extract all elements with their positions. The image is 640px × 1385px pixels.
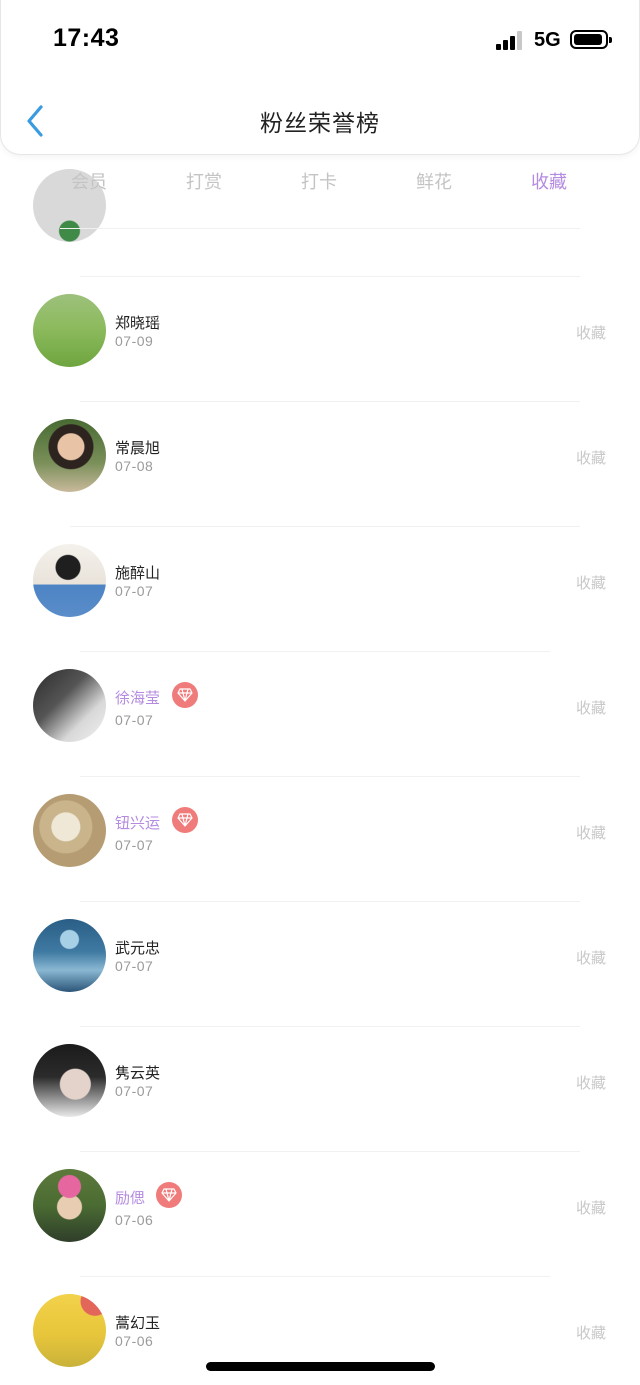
fan-name: 郑晓瑶 xyxy=(115,314,161,332)
battery-icon xyxy=(570,30,612,49)
fan-name: 蒿幻玉 xyxy=(115,1314,161,1332)
favorite-action[interactable]: 收藏 xyxy=(576,1197,606,1218)
avatar xyxy=(33,544,106,617)
avatar xyxy=(33,1169,106,1242)
fan-date: 07-07 xyxy=(115,712,154,728)
fan-date: 07-07 xyxy=(115,1083,154,1099)
fan-name: 励偲 xyxy=(115,1189,146,1207)
list-item[interactable]: 隽云英 07-07 收藏 xyxy=(0,1027,640,1151)
top-header: 17:43 5G 粉丝荣誉榜 xyxy=(0,0,640,155)
tab-flowers[interactable]: 鲜花 xyxy=(384,168,484,194)
fan-date: 07-09 xyxy=(115,333,154,349)
favorite-action[interactable]: 收藏 xyxy=(576,572,606,593)
signal-icon xyxy=(496,30,526,50)
fan-name: 隽云英 xyxy=(115,1064,161,1082)
fan-honor-page: 郑晓瑶 07-09 收藏 常晨旭 07-08 收藏 施醉山 07-07 收藏 徐… xyxy=(0,0,640,1385)
favorite-action[interactable]: 收藏 xyxy=(576,447,606,468)
status-time: 17:43 xyxy=(53,24,120,52)
avatar xyxy=(33,1044,106,1117)
home-indicator[interactable] xyxy=(206,1362,435,1371)
vip-diamond-icon xyxy=(156,1182,182,1208)
fan-name: 钮兴运 xyxy=(115,814,161,832)
favorite-action[interactable]: 收藏 xyxy=(576,947,606,968)
network-type: 5G xyxy=(534,29,561,51)
list-item[interactable]: 常晨旭 07-08 收藏 xyxy=(0,402,640,526)
vip-diamond-icon xyxy=(172,807,198,833)
avatar xyxy=(33,419,106,492)
list-item[interactable]: 郑晓瑶 07-09 收藏 xyxy=(0,277,640,401)
avatar xyxy=(33,294,106,367)
fan-date: 07-06 xyxy=(115,1212,154,1228)
list-divider xyxy=(60,228,580,229)
list-item[interactable]: 钮兴运 07-07 收藏 xyxy=(0,777,640,901)
favorite-action[interactable]: 收藏 xyxy=(576,1072,606,1093)
fan-date: 07-08 xyxy=(115,458,154,474)
tab-member[interactable]: 会员 xyxy=(39,168,139,194)
favorite-action[interactable]: 收藏 xyxy=(576,697,606,718)
tab-checkin[interactable]: 打卡 xyxy=(269,168,369,194)
fan-date: 07-06 xyxy=(115,1333,154,1349)
favorite-action[interactable]: 收藏 xyxy=(576,322,606,343)
page-title: 粉丝荣誉榜 xyxy=(260,111,380,137)
fan-name: 常晨旭 xyxy=(115,439,161,457)
list-item[interactable]: 励偲 07-06 收藏 xyxy=(0,1152,640,1276)
vip-diamond-icon xyxy=(172,682,198,708)
favorite-action[interactable]: 收藏 xyxy=(576,1322,606,1343)
tab-reward[interactable]: 打赏 xyxy=(154,168,254,194)
fan-date: 07-07 xyxy=(115,583,154,599)
list-item[interactable]: 徐海莹 07-07 收藏 xyxy=(0,652,640,776)
tab-favorites[interactable]: 收藏 xyxy=(499,168,599,194)
avatar xyxy=(33,919,106,992)
category-tabs: 会员 打赏 打卡 鲜花 收藏 xyxy=(0,168,640,198)
avatar xyxy=(33,794,106,867)
fan-name: 徐海莹 xyxy=(115,689,161,707)
list-item[interactable]: 武元忠 07-07 收藏 xyxy=(0,902,640,1026)
favorite-action[interactable]: 收藏 xyxy=(576,822,606,843)
fan-name: 武元忠 xyxy=(115,939,161,957)
list-item[interactable]: 施醉山 07-07 收藏 xyxy=(0,527,640,651)
avatar xyxy=(33,669,106,742)
fan-date: 07-07 xyxy=(115,837,154,853)
avatar xyxy=(33,1294,106,1367)
fan-name: 施醉山 xyxy=(115,564,161,582)
fan-date: 07-07 xyxy=(115,958,154,974)
